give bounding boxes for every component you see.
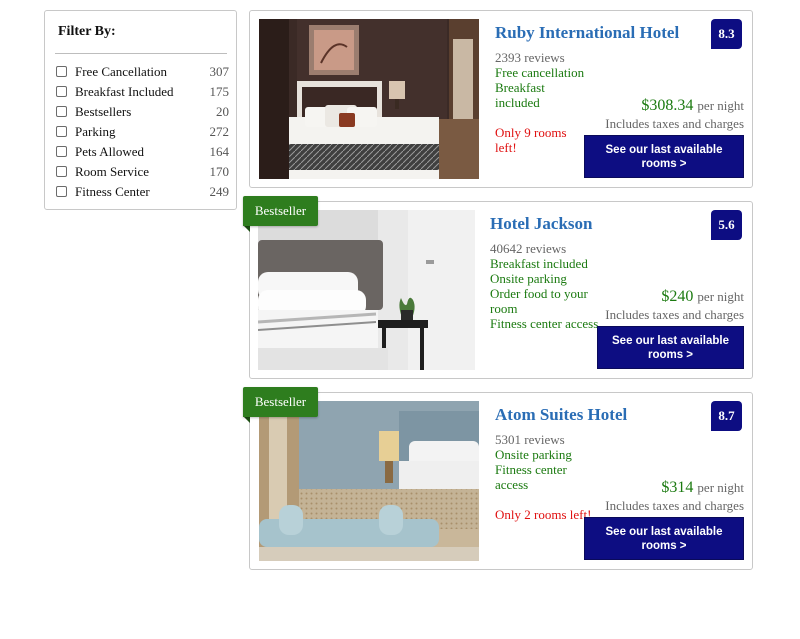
badge-fold bbox=[243, 416, 250, 423]
badge-fold bbox=[243, 225, 250, 232]
price: $314 bbox=[661, 479, 694, 496]
filter-checkbox[interactable] bbox=[56, 186, 67, 197]
hotel-photo[interactable] bbox=[259, 19, 479, 179]
hotel-photo[interactable] bbox=[258, 210, 475, 370]
filter-checkbox[interactable] bbox=[56, 126, 67, 137]
feature-list: Onsite parking Fitness center access bbox=[495, 447, 599, 492]
availability-warning: Only 9 rooms left! bbox=[495, 125, 567, 155]
feature-item: Onsite parking bbox=[490, 271, 567, 286]
feature-item: Order food to your bbox=[490, 286, 588, 301]
see-rooms-button[interactable]: See our last available rooms > bbox=[584, 135, 744, 178]
hotel-photo[interactable] bbox=[259, 401, 479, 561]
review-count: 40642 reviews bbox=[490, 241, 567, 256]
filter-panel: Filter By: Free Cancellation 307 Breakfa… bbox=[44, 10, 237, 210]
feature-item: Free cancellation bbox=[495, 65, 585, 80]
feature-list: Breakfast included Onsite parking Order … bbox=[490, 256, 602, 331]
filter-list: Free Cancellation 307 Breakfast Included… bbox=[56, 63, 232, 203]
feature-item: access bbox=[495, 477, 529, 492]
hotel-name[interactable]: Hotel Jackson bbox=[490, 214, 592, 234]
hotel-name[interactable]: Ruby International Hotel bbox=[495, 23, 679, 43]
filter-checkbox[interactable] bbox=[56, 146, 67, 157]
price: $308.34 bbox=[641, 97, 694, 114]
filter-bestsellers[interactable]: Bestsellers 20 bbox=[56, 103, 232, 123]
filter-label: Bestsellers bbox=[75, 104, 132, 119]
filter-checkbox[interactable] bbox=[56, 166, 67, 177]
feature-item: Fitness center bbox=[495, 462, 567, 477]
availability-warning: Only 2 rooms left! bbox=[495, 507, 592, 522]
filter-count: 272 bbox=[209, 124, 230, 139]
hotel-room-image bbox=[258, 210, 475, 370]
filter-label: Room Service bbox=[75, 164, 150, 179]
filter-count: 170 bbox=[209, 164, 230, 179]
per-night-label: per night bbox=[697, 289, 744, 304]
see-rooms-button[interactable]: See our last available rooms > bbox=[597, 326, 744, 369]
filter-checkbox[interactable] bbox=[56, 86, 67, 97]
feature-item: Onsite parking bbox=[495, 447, 572, 462]
feature-item: Breakfast included bbox=[490, 256, 588, 271]
filter-title: Filter By: bbox=[58, 24, 116, 39]
filter-label: Free Cancellation bbox=[75, 64, 168, 79]
hotel-card: Atom Suites Hotel 8.7 5301 reviews Onsit… bbox=[249, 392, 753, 570]
hotel-name[interactable]: Atom Suites Hotel bbox=[495, 405, 627, 425]
feature-item: Breakfast bbox=[495, 80, 545, 95]
price: $240 bbox=[661, 288, 694, 305]
filter-count: 249 bbox=[209, 184, 230, 199]
filter-parking[interactable]: Parking 272 bbox=[56, 123, 232, 143]
feature-item: room bbox=[490, 301, 518, 316]
rating-badge: 8.7 bbox=[711, 401, 742, 431]
taxes-note: Includes taxes and charges bbox=[605, 116, 744, 131]
filter-room-service[interactable]: Room Service 170 bbox=[56, 163, 232, 183]
filter-label: Parking bbox=[75, 124, 116, 139]
feature-list: Free cancellation Breakfast included bbox=[495, 65, 599, 110]
filter-label: Breakfast Included bbox=[75, 84, 174, 99]
feature-item: Fitness center access bbox=[490, 316, 599, 331]
rating-badge: 8.3 bbox=[711, 19, 742, 49]
filter-free-cancellation[interactable]: Free Cancellation 307 bbox=[56, 63, 232, 83]
price-line: $240 per night bbox=[661, 288, 744, 306]
filter-breakfast-included[interactable]: Breakfast Included 175 bbox=[56, 83, 232, 103]
filter-checkbox[interactable] bbox=[56, 106, 67, 117]
filter-label: Pets Allowed bbox=[75, 144, 144, 159]
filter-pets-allowed[interactable]: Pets Allowed 164 bbox=[56, 143, 232, 163]
filter-checkbox[interactable] bbox=[56, 66, 67, 77]
per-night-label: per night bbox=[697, 480, 744, 495]
hotel-room-image bbox=[259, 19, 479, 179]
filter-label: Fitness Center bbox=[75, 184, 150, 199]
review-count: 5301 reviews bbox=[495, 432, 565, 447]
see-rooms-button[interactable]: See our last available rooms > bbox=[584, 517, 744, 560]
rating-badge: 5.6 bbox=[711, 210, 742, 240]
filter-divider bbox=[55, 53, 227, 54]
hotel-card: Hotel Jackson 5.6 40642 reviews Breakfas… bbox=[249, 201, 753, 379]
bestseller-badge: Bestseller bbox=[243, 387, 318, 417]
filter-fitness-center[interactable]: Fitness Center 249 bbox=[56, 183, 232, 203]
feature-item: included bbox=[495, 95, 540, 110]
filter-count: 20 bbox=[216, 104, 229, 119]
review-count: 2393 reviews bbox=[495, 50, 565, 65]
hotel-room-image bbox=[259, 401, 479, 561]
bestseller-badge: Bestseller bbox=[243, 196, 318, 226]
taxes-note: Includes taxes and charges bbox=[605, 498, 744, 513]
price-line: $314 per night bbox=[661, 479, 744, 497]
price-line: $308.34 per night bbox=[641, 97, 744, 115]
per-night-label: per night bbox=[697, 98, 744, 113]
taxes-note: Includes taxes and charges bbox=[605, 307, 744, 322]
filter-count: 307 bbox=[209, 64, 230, 79]
filter-count: 175 bbox=[209, 84, 230, 99]
hotel-card: Ruby International Hotel 8.3 2393 review… bbox=[249, 10, 753, 188]
filter-count: 164 bbox=[209, 144, 230, 159]
